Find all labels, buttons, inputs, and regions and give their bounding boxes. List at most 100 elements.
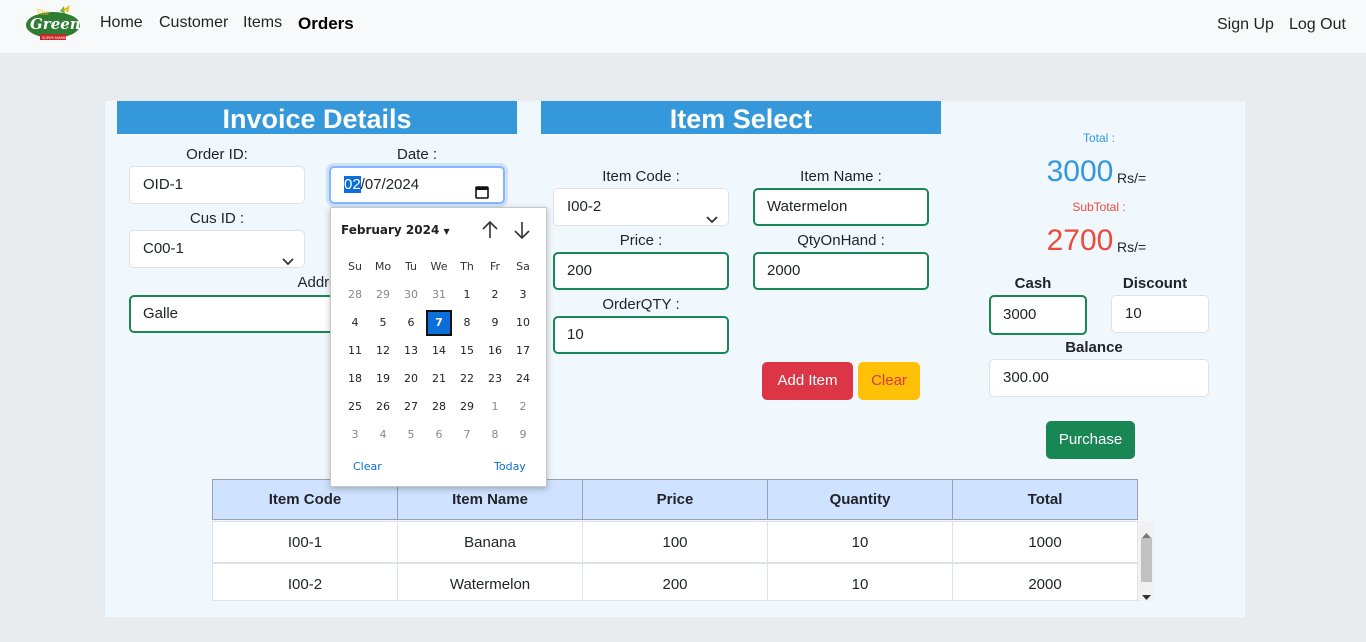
date-picker-today-button[interactable]: Today — [494, 460, 526, 473]
weekday-header: We — [430, 260, 448, 273]
calendar-day[interactable]: 28 — [426, 394, 452, 420]
calendar-day[interactable]: 20 — [398, 366, 424, 392]
calendar-day[interactable]: 4 — [370, 422, 396, 448]
nav-home[interactable]: Home — [100, 14, 143, 32]
scroll-down-arrow-icon[interactable] — [1142, 588, 1151, 600]
add-item-button[interactable]: Add Item — [762, 362, 853, 400]
nav-customer[interactable]: Customer — [159, 14, 228, 32]
nav-log-out[interactable]: Log Out — [1289, 16, 1346, 34]
qty-on-hand-input[interactable]: 2000 — [753, 252, 929, 290]
calendar-day[interactable]: 24 — [510, 366, 536, 392]
calendar-icon[interactable] — [475, 178, 489, 199]
nav-sign-up[interactable]: Sign Up — [1217, 16, 1274, 34]
discount-label: Discount — [1122, 275, 1188, 292]
total-label: Total : — [1082, 131, 1115, 145]
calendar-day[interactable]: 16 — [482, 338, 508, 364]
item-select-title: Item Select — [541, 101, 941, 134]
green-supermarket-logo[interactable]: The Green SUPER MARKET — [24, 5, 82, 43]
balance-input[interactable]: 300.00 — [989, 359, 1209, 397]
calendar-day[interactable]: 3 — [510, 282, 536, 308]
date-picker-popup: February 2024 ▼ Su Mo Tu We Th Fr Sa 28 29 30 31 1 2… — [330, 207, 547, 487]
caret-down-icon: ▼ — [443, 227, 450, 236]
calendar-day[interactable]: 15 — [454, 338, 480, 364]
calendar-day[interactable]: 2 — [482, 282, 508, 308]
calendar-day[interactable]: 19 — [370, 366, 396, 392]
cell-quantity: 10 — [767, 563, 953, 601]
calendar-day[interactable]: 8 — [454, 310, 480, 336]
calendar-day[interactable]: 29 — [454, 394, 480, 420]
subtotal-label: SubTotal : — [1072, 200, 1126, 214]
calendar-day[interactable]: 3 — [342, 422, 368, 448]
clear-item-button[interactable]: Clear — [858, 362, 920, 400]
cell-item-name: Watermelon — [397, 563, 583, 601]
nav-items[interactable]: Items — [243, 14, 282, 32]
date-input[interactable]: 02/07/2024 — [329, 166, 505, 204]
date-picker-clear-button[interactable]: Clear — [353, 460, 382, 473]
table-header-price: Price — [582, 479, 768, 520]
calendar-day[interactable]: 1 — [482, 394, 508, 420]
calendar-day[interactable]: 14 — [426, 338, 452, 364]
calendar-day[interactable]: 7 — [426, 310, 452, 336]
date-month-segment[interactable]: 02 — [344, 176, 361, 193]
table-scrollbar[interactable] — [1139, 521, 1154, 601]
cell-item-name: Banana — [397, 521, 583, 563]
date-picker-month-select[interactable]: February 2024 ▼ — [341, 223, 450, 237]
cus-id-select[interactable]: C00-1 — [129, 230, 305, 268]
item-code-select[interactable]: I00-2 — [553, 188, 729, 226]
calendar-day[interactable]: 13 — [398, 338, 424, 364]
calendar-day[interactable]: 11 — [342, 338, 368, 364]
calendar-day[interactable]: 29 — [370, 282, 396, 308]
calendar-day[interactable]: 28 — [342, 282, 368, 308]
item-name-input[interactable]: Watermelon — [753, 188, 929, 226]
weekday-header: Th — [460, 260, 474, 273]
calendar-day[interactable]: 22 — [454, 366, 480, 392]
weekday-header: Tu — [404, 260, 418, 273]
nav-orders[interactable]: Orders — [298, 14, 354, 34]
scroll-thumb[interactable] — [1141, 538, 1152, 582]
calendar-day[interactable]: 2 — [510, 394, 536, 420]
svg-text:Green: Green — [30, 15, 81, 33]
calendar-day[interactable]: 9 — [510, 422, 536, 448]
balance-label: Balance — [1065, 339, 1123, 356]
calendar-day[interactable]: 21 — [426, 366, 452, 392]
arrow-up-icon[interactable] — [481, 220, 499, 240]
calendar-day[interactable]: 5 — [398, 422, 424, 448]
calendar-day[interactable]: 25 — [342, 394, 368, 420]
subtotal-currency: Rs/= — [1117, 239, 1147, 255]
price-input[interactable]: 200 — [553, 252, 729, 290]
calendar-day[interactable]: 27 — [398, 394, 424, 420]
calendar-day[interactable]: 10 — [510, 310, 536, 336]
svg-text:SUPER MARKET: SUPER MARKET — [42, 36, 71, 40]
calendar-day[interactable]: 30 — [398, 282, 424, 308]
calendar-day[interactable]: 9 — [482, 310, 508, 336]
item-code-value: I00-2 — [567, 198, 602, 215]
total-value: 3000 — [1046, 155, 1114, 188]
calendar-day[interactable]: 5 — [370, 310, 396, 336]
calendar-day[interactable]: 26 — [370, 394, 396, 420]
calendar-day[interactable]: 18 — [342, 366, 368, 392]
discount-input[interactable]: 10 — [1111, 295, 1209, 333]
calendar-day[interactable]: 7 — [454, 422, 480, 448]
cell-price: 100 — [582, 521, 768, 563]
purchase-button[interactable]: Purchase — [1046, 421, 1135, 459]
weekday-header: Mo — [374, 260, 392, 273]
invoice-details-title: Invoice Details — [117, 101, 517, 134]
scroll-up-arrow-icon[interactable] — [1142, 526, 1151, 538]
cash-input[interactable]: 3000 — [989, 295, 1087, 335]
table-header-total: Total — [952, 479, 1138, 520]
weekday-header: Su — [348, 260, 362, 273]
calendar-day[interactable]: 4 — [342, 310, 368, 336]
calendar-day[interactable]: 23 — [482, 366, 508, 392]
calendar-day[interactable]: 17 — [510, 338, 536, 364]
date-rest-segment[interactable]: /07/2024 — [361, 176, 419, 193]
cus-id-label: Cus ID : — [189, 210, 245, 227]
order-qty-input[interactable]: 10 — [553, 316, 729, 354]
calendar-day[interactable]: 12 — [370, 338, 396, 364]
calendar-day[interactable]: 1 — [454, 282, 480, 308]
calendar-day[interactable]: 6 — [398, 310, 424, 336]
arrow-down-icon[interactable] — [513, 220, 531, 240]
order-id-input[interactable]: OID-1 — [129, 166, 305, 204]
calendar-day[interactable]: 6 — [426, 422, 452, 448]
calendar-day[interactable]: 8 — [482, 422, 508, 448]
calendar-day[interactable]: 31 — [426, 282, 452, 308]
